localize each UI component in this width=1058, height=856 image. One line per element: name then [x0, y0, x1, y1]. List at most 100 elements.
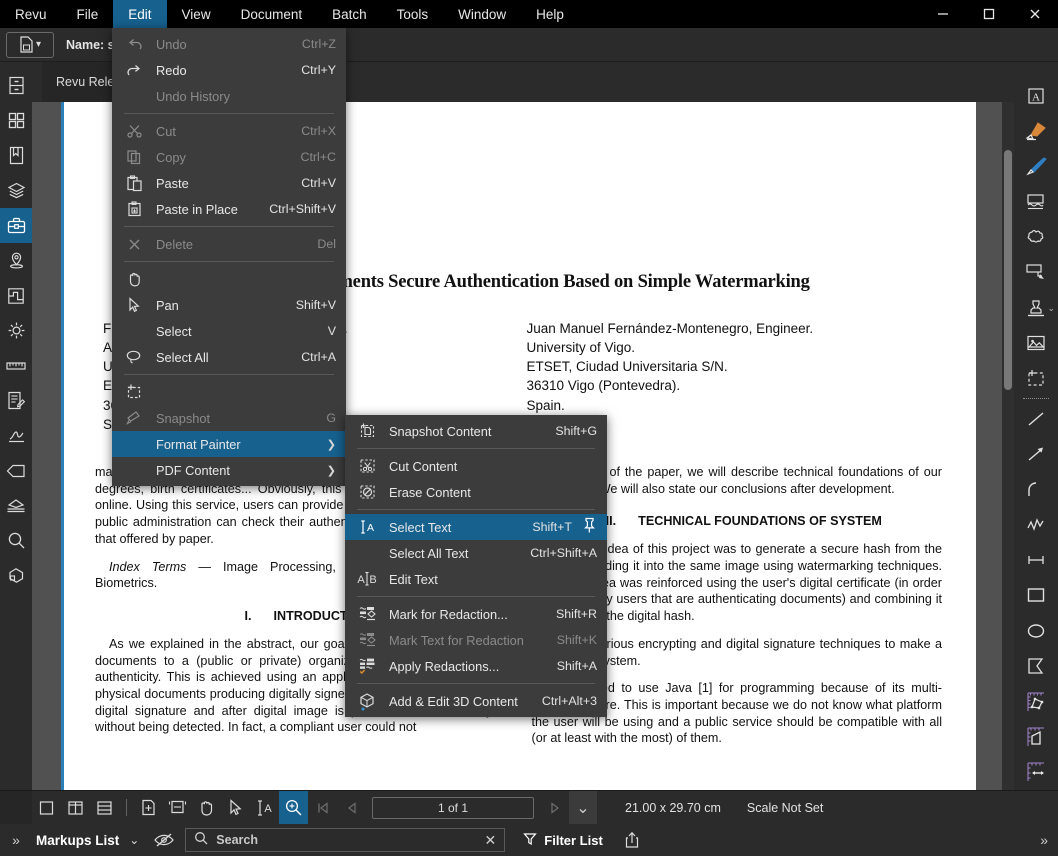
- menu-item-undo[interactable]: Undo Ctrl+Z: [112, 31, 346, 57]
- note-callout-icon[interactable]: [1014, 184, 1058, 219]
- menu-item-snapshot[interactable]: [112, 379, 346, 405]
- eye-slash-icon[interactable]: [149, 832, 179, 848]
- menu-revu[interactable]: Revu: [0, 0, 62, 28]
- zoom-tool-button[interactable]: [279, 791, 308, 825]
- continuous-view-button[interactable]: [90, 791, 119, 825]
- measure-perimeter-icon[interactable]: [1014, 719, 1058, 754]
- menu-item-cut[interactable]: Cut Ctrl+X: [112, 118, 346, 144]
- page-indicator[interactable]: 1 of 1: [372, 797, 534, 819]
- polygon-icon[interactable]: [1014, 649, 1058, 684]
- polyline-icon[interactable]: [1014, 507, 1058, 542]
- chevron-down-icon[interactable]: ⌄: [119, 833, 149, 847]
- sheet-plan-icon[interactable]: [0, 278, 32, 313]
- markups-overflow-icon[interactable]: »: [1040, 832, 1058, 848]
- menu-item-paste[interactable]: Paste Ctrl+V: [112, 170, 346, 196]
- menu-item-redo[interactable]: Redo Ctrl+Y: [112, 57, 346, 83]
- menu-tools[interactable]: Tools: [382, 0, 444, 28]
- menu-item-check-spelling[interactable]: PDF Content ❯: [112, 457, 346, 483]
- menu-item-select-all-text[interactable]: Select All Text Ctrl+Shift+A: [345, 540, 607, 566]
- menu-item-select-all[interactable]: Select V: [112, 318, 346, 344]
- menu-item-edit-text[interactable]: AB Edit Text: [345, 566, 607, 592]
- menu-edit[interactable]: Edit: [113, 0, 166, 28]
- export-icon[interactable]: [617, 831, 647, 849]
- select-tool-button[interactable]: [221, 791, 250, 825]
- menu-item-add-edit-3d-content[interactable]: Add & Edit 3D Content Ctrl+Alt+3: [345, 688, 607, 714]
- menu-view[interactable]: View: [167, 0, 226, 28]
- markups-list-icon[interactable]: [0, 383, 32, 418]
- ruler-icon[interactable]: [0, 348, 32, 383]
- dimension-icon[interactable]: [1014, 542, 1058, 577]
- ellipse-icon[interactable]: [1014, 613, 1058, 648]
- next-page-button[interactable]: [540, 791, 569, 825]
- scale-label[interactable]: Scale Not Set: [747, 801, 823, 815]
- snapshot-icon[interactable]: [1014, 361, 1058, 396]
- menu-item-pdf-content[interactable]: Format Painter ❯: [112, 431, 346, 457]
- pan-tool-button[interactable]: [192, 791, 221, 825]
- thumbnails-grid-icon[interactable]: [0, 103, 32, 138]
- menu-item-snapshot-content[interactable]: Snapshot Content Shift+G: [345, 418, 607, 444]
- rectangle-icon[interactable]: [1014, 578, 1058, 613]
- signature-icon[interactable]: [0, 418, 32, 453]
- box-3d-icon[interactable]: [0, 558, 32, 593]
- pin-icon[interactable]: [582, 517, 597, 537]
- menu-help[interactable]: Help: [521, 0, 579, 28]
- menu-item-cut-content[interactable]: Cut Content: [345, 453, 607, 479]
- text-select-tool-button[interactable]: A: [250, 791, 279, 825]
- menu-item-delete[interactable]: Delete Del: [112, 231, 346, 257]
- stack-layers-icon[interactable]: [0, 488, 32, 523]
- menu-item-select[interactable]: Pan Shift+V: [112, 292, 346, 318]
- single-page-view-button[interactable]: [32, 791, 61, 825]
- file-cabinet-icon[interactable]: [0, 68, 32, 103]
- filter-list-button[interactable]: Filter List: [523, 832, 603, 849]
- menu-item-mark-for-redaction[interactable]: Mark for Redaction... Shift+R: [345, 601, 607, 627]
- bookmarks-icon[interactable]: [0, 138, 32, 173]
- close-button[interactable]: [1012, 0, 1058, 28]
- menu-window[interactable]: Window: [443, 0, 521, 28]
- maximize-button[interactable]: [966, 0, 1012, 28]
- image-icon[interactable]: [1014, 325, 1058, 360]
- menu-document[interactable]: Document: [226, 0, 318, 28]
- menu-item-paste-in-place[interactable]: Paste in Place Ctrl+Shift+V: [112, 196, 346, 222]
- line-icon[interactable]: [1014, 401, 1058, 436]
- measure-length-icon[interactable]: [1014, 755, 1058, 790]
- document-properties-dropdown[interactable]: ▾: [6, 32, 54, 58]
- first-page-button[interactable]: [308, 791, 337, 825]
- fit-width-button[interactable]: [163, 791, 192, 825]
- layers-icon[interactable]: [0, 173, 32, 208]
- menu-item-undo-history[interactable]: Undo History: [112, 83, 346, 109]
- menu-file[interactable]: File: [62, 0, 114, 28]
- previous-page-button[interactable]: [337, 791, 366, 825]
- gear-icon[interactable]: [0, 313, 32, 348]
- highlighter-icon[interactable]: [1014, 113, 1058, 148]
- arrow-icon[interactable]: [1014, 436, 1058, 471]
- cloud-shape-icon[interactable]: [1014, 219, 1058, 254]
- vertical-scrollbar[interactable]: [1002, 102, 1014, 790]
- minimize-button[interactable]: [920, 0, 966, 28]
- fit-page-button[interactable]: [134, 791, 163, 825]
- pen-icon[interactable]: [1014, 149, 1058, 184]
- menu-item-pan[interactable]: [112, 266, 346, 292]
- search-input[interactable]: Search ✕: [185, 828, 505, 852]
- menu-item-apply-redactions[interactable]: Apply Redactions... Shift+A: [345, 653, 607, 679]
- page-dropdown-chevron-icon[interactable]: ⌄: [569, 791, 597, 825]
- menu-item-copy[interactable]: Copy Ctrl+C: [112, 144, 346, 170]
- location-pin-icon[interactable]: [0, 243, 32, 278]
- menu-item-format-painter[interactable]: Snapshot G: [112, 405, 346, 431]
- chevron-down-icon[interactable]: ⌄: [1047, 303, 1055, 314]
- two-page-view-button[interactable]: [61, 791, 90, 825]
- expand-panel-chevron-icon[interactable]: »: [0, 832, 32, 848]
- toolbox-icon[interactable]: [0, 208, 32, 243]
- menu-batch[interactable]: Batch: [317, 0, 382, 28]
- menu-item-lasso[interactable]: Select All Ctrl+A: [112, 344, 346, 370]
- callout-arrow-icon[interactable]: [1014, 255, 1058, 290]
- menu-item-mark-text-for-redaction[interactable]: Mark Text for Redaction Shift+K: [345, 627, 607, 653]
- stamp-icon[interactable]: ⌄: [1014, 290, 1058, 325]
- arc-icon[interactable]: [1014, 472, 1058, 507]
- scrollbar-thumb[interactable]: [1004, 150, 1012, 390]
- text-box-icon[interactable]: A: [1014, 78, 1058, 113]
- search-clear-icon[interactable]: ✕: [485, 832, 497, 849]
- tag-icon[interactable]: [0, 453, 32, 488]
- search-icon[interactable]: [0, 523, 32, 558]
- menu-item-select-text[interactable]: A Select Text Shift+T: [345, 514, 607, 540]
- menu-item-erase-content[interactable]: Erase Content: [345, 479, 607, 505]
